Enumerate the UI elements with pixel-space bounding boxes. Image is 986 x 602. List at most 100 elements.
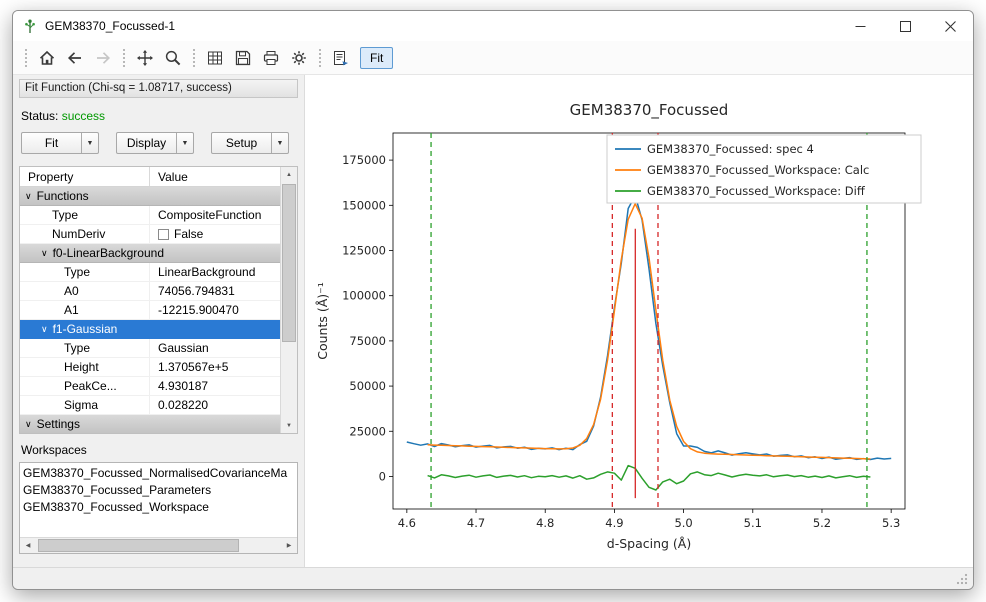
property-row[interactable]: PeakCe...4.930187 <box>20 377 280 396</box>
svg-text:4.9: 4.9 <box>605 516 623 530</box>
property-value[interactable]: 4.930187 <box>150 379 208 393</box>
workspace-list-item[interactable]: GEM38370_Focussed_Parameters <box>23 482 294 499</box>
chevron-down-icon[interactable]: ▼ <box>81 133 98 153</box>
workspaces-hscrollbar[interactable]: ◀ ▶ <box>20 537 297 553</box>
section-label: Functions <box>37 189 89 203</box>
property-name: Height <box>20 358 150 376</box>
property-value[interactable]: -12215.900470 <box>150 303 239 317</box>
fit-function-panel: Fit Function (Chi-sq = 1.08717, success)… <box>13 75 305 567</box>
property-column-header[interactable]: Property <box>20 167 150 186</box>
property-row[interactable]: TypeGaussian <box>20 339 280 358</box>
grid-toggle-button[interactable] <box>202 45 228 71</box>
property-value[interactable]: Gaussian <box>150 341 209 355</box>
svg-text:5.0: 5.0 <box>674 516 692 530</box>
chevron-down-icon[interactable]: ▼ <box>271 133 288 153</box>
property-row[interactable]: Height1.370567e+5 <box>20 358 280 377</box>
property-value[interactable]: LinearBackground <box>150 265 255 279</box>
scrollbar-thumb[interactable] <box>282 184 296 342</box>
svg-text:d-Spacing (Å): d-Spacing (Å) <box>607 536 691 551</box>
fit-plot[interactable]: GEM38370_Focussed4.64.74.84.95.05.15.25.… <box>309 89 969 577</box>
toolbar-separator <box>123 49 125 67</box>
window-title: GEM38370_Focussed-1 <box>45 19 175 33</box>
collapse-arrow-icon[interactable]: ∨ <box>41 248 48 259</box>
back-button[interactable] <box>62 45 88 71</box>
collapse-arrow-icon[interactable]: ∨ <box>25 191 32 202</box>
property-name: NumDeriv <box>20 225 150 243</box>
mantid-fit-window: GEM38370_Focussed-1 <box>12 10 974 590</box>
fit-toggle-button[interactable]: Fit <box>360 47 393 69</box>
forward-button[interactable] <box>90 45 116 71</box>
fit-menu-button[interactable]: Fit ▼ <box>21 132 99 154</box>
chevron-down-icon[interactable]: ▼ <box>176 133 193 153</box>
setup-menu-button[interactable]: Setup ▼ <box>211 132 289 154</box>
scrollbar-thumb[interactable] <box>38 539 239 552</box>
table-header-row: Property Value <box>20 167 280 187</box>
minimize-button[interactable] <box>838 11 883 41</box>
export-script-button[interactable] <box>328 45 354 71</box>
property-row[interactable]: NumDerivFalse <box>20 225 280 244</box>
workspace-list-item[interactable]: GEM38370_Focussed_NormalisedCovarianceMa <box>23 465 294 482</box>
toolbar-handle[interactable] <box>25 49 27 67</box>
section-label: f1-Gaussian <box>53 322 118 336</box>
function-section-row[interactable]: ∨ Settings <box>20 415 280 434</box>
workspaces-list: GEM38370_Focussed_NormalisedCovarianceMa… <box>19 462 298 554</box>
property-row[interactable]: A1-12215.900470 <box>20 301 280 320</box>
property-value[interactable]: CompositeFunction <box>150 208 261 222</box>
close-button[interactable] <box>928 11 973 41</box>
display-menu-button[interactable]: Display ▼ <box>116 132 194 154</box>
scroll-down-icon[interactable]: ▼ <box>281 418 297 433</box>
gear-icon <box>290 49 308 67</box>
print-button[interactable] <box>258 45 284 71</box>
property-name: Type <box>20 263 150 281</box>
grid-icon <box>206 49 224 67</box>
property-row[interactable]: TypeLinearBackground <box>20 263 280 282</box>
svg-text:175000: 175000 <box>342 153 386 167</box>
status-label: Status: <box>21 109 58 123</box>
scroll-right-icon[interactable]: ▶ <box>281 538 297 553</box>
property-value[interactable]: 1.370567e+5 <box>150 360 228 374</box>
svg-text:75000: 75000 <box>349 334 386 348</box>
save-icon <box>234 49 252 67</box>
home-button[interactable] <box>34 45 60 71</box>
pan-button[interactable] <box>132 45 158 71</box>
collapse-arrow-icon[interactable]: ∨ <box>41 324 48 335</box>
zoom-button[interactable] <box>160 45 186 71</box>
section-label: Settings <box>37 417 80 431</box>
maximize-button[interactable] <box>883 11 928 41</box>
resize-grip-icon[interactable] <box>955 572 969 586</box>
save-button[interactable] <box>230 45 256 71</box>
scroll-left-icon[interactable]: ◀ <box>20 538 36 553</box>
fit-status-line: Status: success <box>21 109 296 123</box>
title-bar[interactable]: GEM38370_Focussed-1 <box>13 11 973 41</box>
svg-text:0: 0 <box>379 469 386 483</box>
workspace-list-item[interactable]: GEM38370_Focussed_Workspace <box>23 499 294 516</box>
property-value[interactable]: 74056.794831 <box>150 284 235 298</box>
scroll-up-icon[interactable]: ▲ <box>281 167 297 182</box>
status-bar <box>13 567 973 589</box>
property-row[interactable]: Sigma0.028220 <box>20 396 280 415</box>
fit-function-header[interactable]: Fit Function (Chi-sq = 1.08717, success) <box>19 79 298 98</box>
property-name: PeakCe... <box>20 377 150 395</box>
script-export-icon <box>332 49 350 67</box>
mantid-logo-icon <box>22 18 38 34</box>
table-scrollbar[interactable]: ▲ ▼ <box>280 167 297 433</box>
svg-text:5.3: 5.3 <box>882 516 900 530</box>
checkbox[interactable] <box>158 229 169 240</box>
value-column-header[interactable]: Value <box>150 170 188 184</box>
property-row[interactable]: A074056.794831 <box>20 282 280 301</box>
svg-text:GEM38370_Focussed: GEM38370_Focussed <box>570 101 729 120</box>
svg-text:50000: 50000 <box>349 379 386 393</box>
property-value[interactable]: False <box>150 227 203 241</box>
toolbar-separator <box>193 49 195 67</box>
function-section-row[interactable]: ∨f0-LinearBackground <box>20 244 280 263</box>
svg-text:4.8: 4.8 <box>536 516 554 530</box>
function-property-table: Property Value ∨FunctionsTypeCompositeFu… <box>19 166 298 434</box>
collapse-arrow-icon[interactable]: ∨ <box>25 419 32 430</box>
settings-button[interactable] <box>286 45 312 71</box>
plot-area[interactable]: GEM38370_Focussed4.64.74.84.95.05.15.25.… <box>305 75 973 567</box>
function-section-row[interactable]: ∨ Functions <box>20 187 280 206</box>
property-value[interactable]: 0.028220 <box>150 398 208 412</box>
property-row[interactable]: TypeCompositeFunction <box>20 206 280 225</box>
home-icon <box>38 49 56 67</box>
function-section-row[interactable]: ∨ f1-Gaussian <box>20 320 280 339</box>
